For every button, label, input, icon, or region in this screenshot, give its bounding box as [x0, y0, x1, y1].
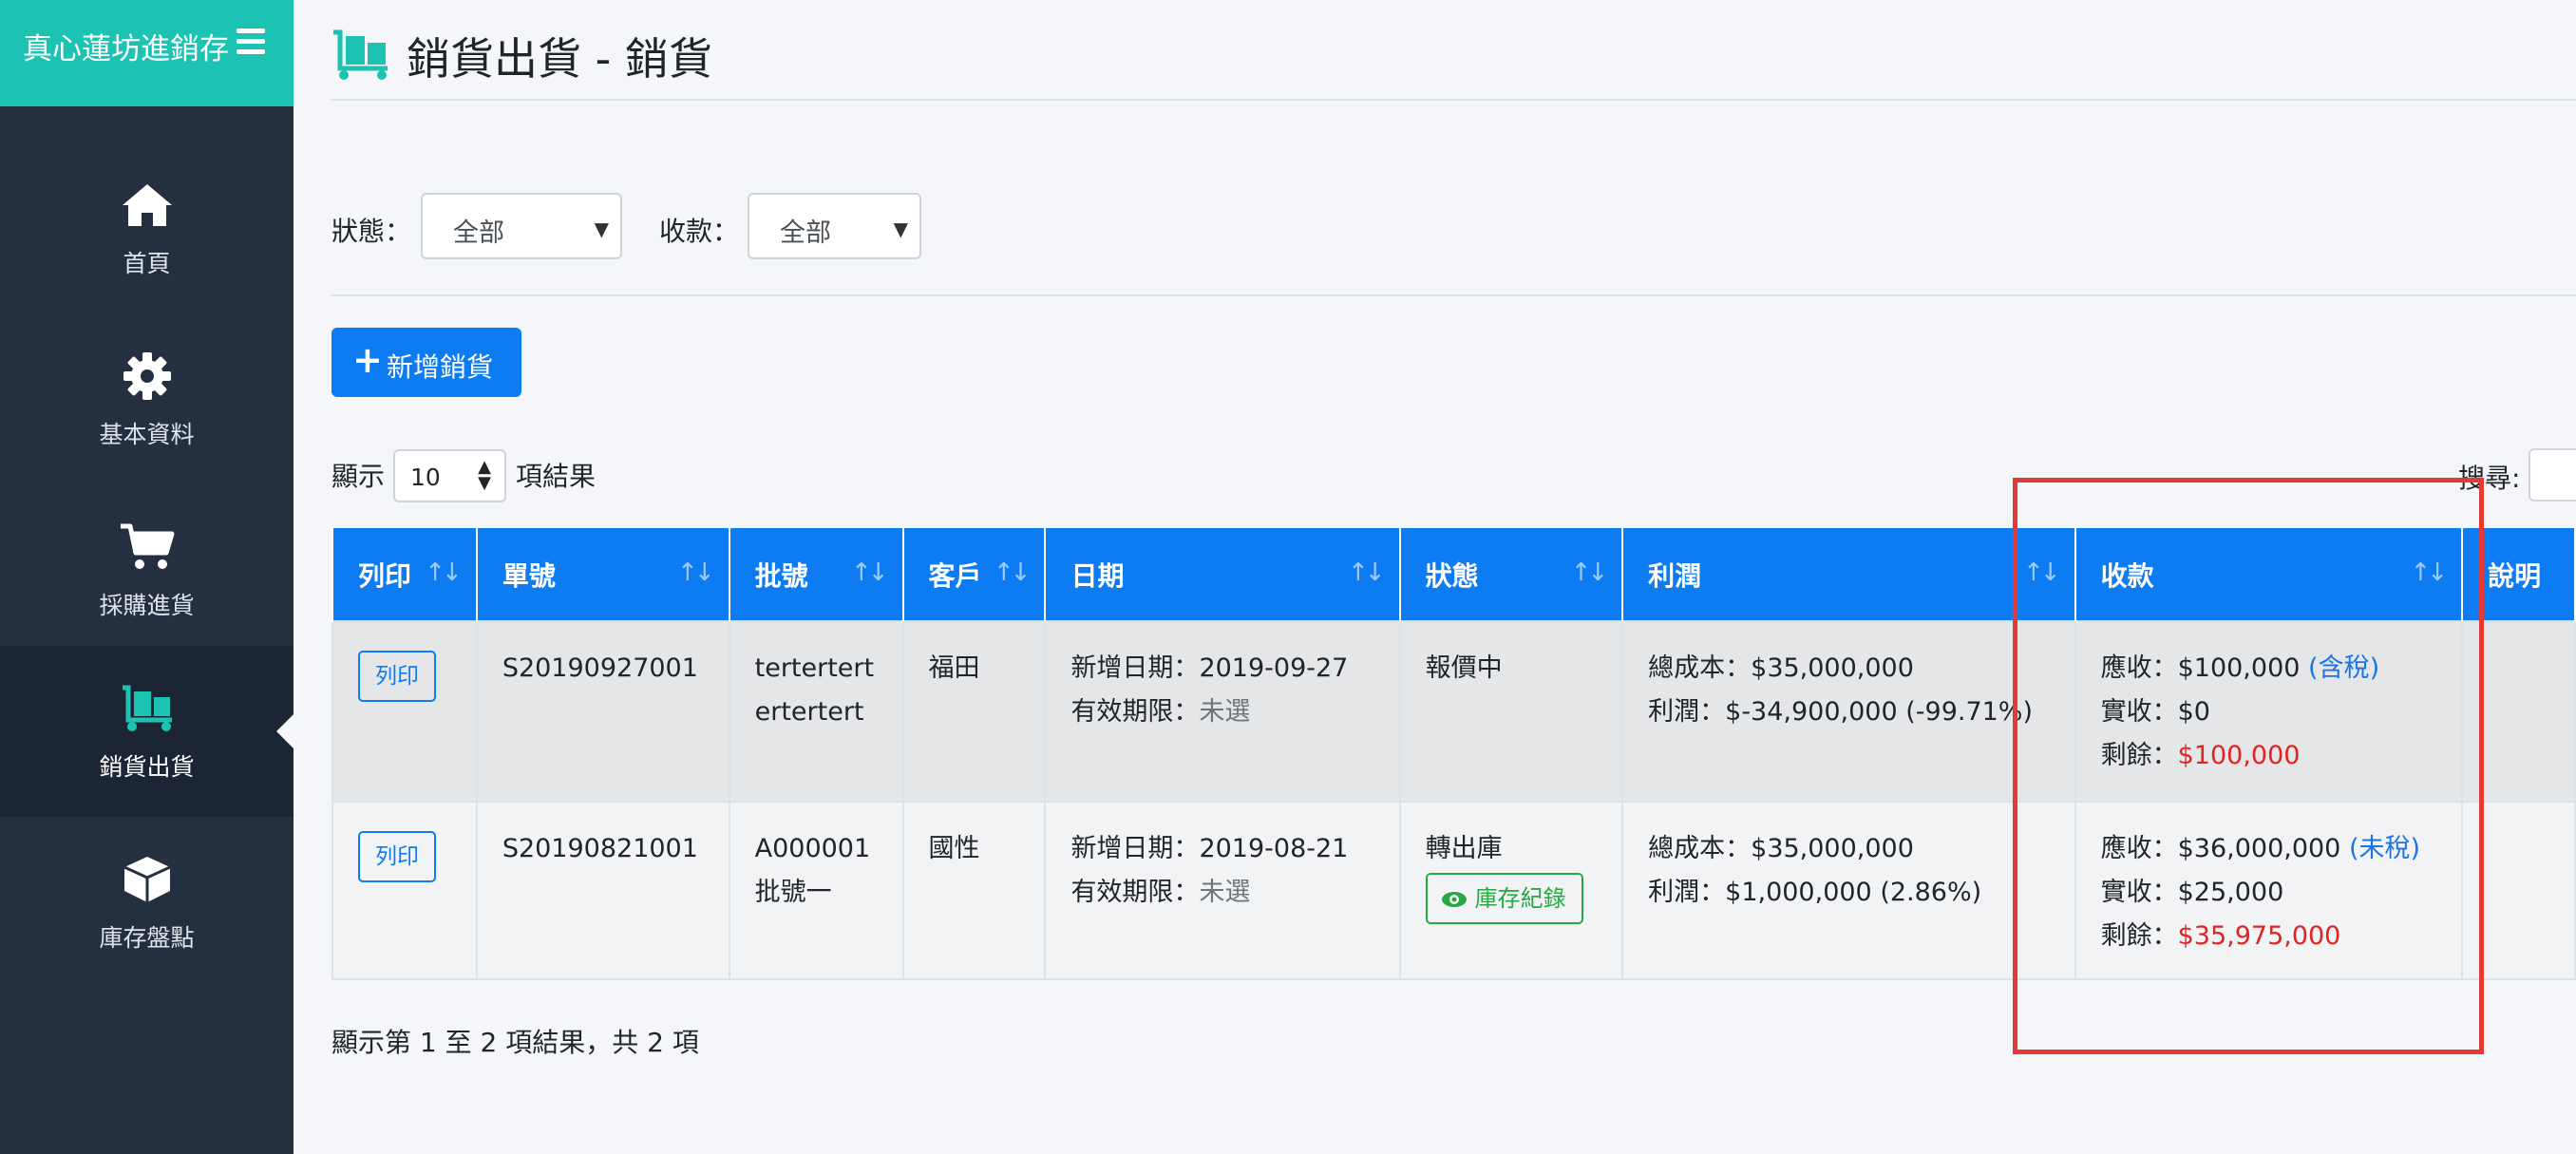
column-header-profit[interactable]: 利潤 ↑↓: [1621, 528, 2076, 621]
expiry-date: 有效期限：未選: [1070, 878, 1251, 907]
customer-name: 國性: [928, 834, 980, 863]
page-length-select[interactable]: 10 ▲ ▼: [393, 449, 506, 502]
status-filter-value: 全部: [453, 218, 504, 248]
cart-icon: [120, 523, 174, 569]
sort-icon: ↑↓: [425, 558, 463, 587]
eye-icon: [1441, 892, 1467, 907]
dolly-icon: [122, 685, 172, 731]
payment-filter-value: 全部: [780, 218, 831, 248]
order-number: S20190821001: [502, 834, 698, 863]
batch-number: tertertert: [754, 653, 875, 683]
batch-number: ertertert: [754, 697, 864, 727]
search-input[interactable]: [2529, 448, 2576, 501]
add-sale-button[interactable]: + 新增銷貨: [331, 328, 521, 397]
sort-icon: ↑↓: [850, 558, 889, 587]
sort-arrows-icon: ▲ ▼: [478, 457, 491, 493]
sidebar: 真心蓮坊進銷存 首頁 基本資料 採購進貨 銷貨出貨 庫存盤點: [0, 0, 294, 1154]
dolly-icon: [333, 29, 388, 80]
payment-filter-label: 收款：: [659, 216, 740, 247]
plus-icon: +: [352, 339, 383, 381]
active-indicator: [276, 714, 294, 748]
total-cost: 總成本：$35,000,000: [1648, 834, 1914, 863]
app-title: 真心蓮坊進銷存: [23, 32, 229, 66]
sidebar-item-inventory[interactable]: 庫存盤點: [0, 817, 294, 988]
batch-number: A000001: [754, 834, 871, 863]
page-title: 銷貨出貨 - 銷貨: [407, 33, 712, 85]
sidebar-item-purchase[interactable]: 採購進貨: [0, 484, 294, 655]
hamburger-icon[interactable]: [237, 28, 265, 54]
column-header-batch[interactable]: 批號 ↑↓: [728, 528, 904, 621]
order-number: S20190927001: [502, 653, 698, 683]
sidebar-item-label: 基本資料: [99, 421, 195, 448]
highlight-annotation-box: [2013, 478, 2484, 1054]
print-button[interactable]: 列印: [358, 831, 436, 882]
column-header-customer[interactable]: 客戶 ↑↓: [901, 528, 1047, 621]
status-text: 報價中: [1425, 653, 1503, 683]
payment-filter-select[interactable]: 全部 ▼: [748, 193, 921, 259]
status-filter-select[interactable]: 全部 ▼: [421, 193, 622, 259]
expiry-date: 有效期限：未選: [1070, 697, 1251, 727]
batch-number: 批號一: [754, 878, 832, 907]
total-cost: 總成本：$35,000,000: [1648, 653, 1914, 683]
column-header-order-no[interactable]: 單號 ↑↓: [475, 528, 730, 621]
sort-icon: ↑↓: [1570, 558, 1609, 587]
column-header-print[interactable]: 列印 ↑↓: [331, 528, 478, 621]
divider: [331, 294, 2576, 296]
sort-icon: ↑↓: [677, 558, 715, 587]
sidebar-item-label: 庫存盤點: [99, 924, 195, 952]
sort-icon: ↑↓: [1348, 558, 1386, 587]
page-length-value: 10: [410, 463, 441, 491]
inventory-log-button[interactable]: 庫存紀錄: [1425, 873, 1583, 924]
column-header-date[interactable]: 日期 ↑↓: [1044, 528, 1401, 621]
sidebar-item-home[interactable]: 首頁: [0, 142, 294, 313]
sidebar-item-label: 採購進貨: [99, 592, 195, 619]
status-text: 轉出庫: [1425, 834, 1503, 863]
sidebar-item-label: 首頁: [123, 250, 171, 277]
brand-bar: 真心蓮坊進銷存: [0, 0, 294, 106]
customer-name: 福田: [928, 653, 980, 683]
divider: [331, 99, 2576, 101]
show-label: 顯示: [331, 461, 386, 492]
table-info: 顯示第 1 至 2 項結果，共 2 項: [331, 1027, 699, 1058]
profit-value: 利潤：$1,000,000 (2.86%): [1648, 878, 1982, 907]
home-icon: [122, 184, 172, 226]
created-date: 新增日期：2019-09-27: [1070, 653, 1349, 683]
caret-down-icon: ▼: [594, 218, 609, 240]
profit-value: 利潤：$-34,900,000 (-99.71%): [1648, 697, 2033, 727]
print-button[interactable]: 列印: [358, 651, 436, 702]
column-header-status[interactable]: 狀態 ↑↓: [1398, 528, 1624, 621]
sort-icon: ↑↓: [993, 558, 1032, 587]
status-filter-label: 狀態：: [331, 216, 412, 247]
box-icon: [123, 857, 171, 902]
created-date: 新增日期：2019-08-21: [1070, 834, 1349, 863]
add-sale-label: 新增銷貨: [387, 351, 494, 383]
caret-down-icon: ▼: [893, 218, 908, 240]
sidebar-item-basic-data[interactable]: 基本資料: [0, 313, 294, 484]
results-label: 項結果: [516, 461, 597, 492]
gear-icon: [123, 352, 171, 400]
sidebar-item-label: 銷貨出貨: [99, 753, 195, 781]
sidebar-item-sales[interactable]: 銷貨出貨: [0, 646, 294, 817]
